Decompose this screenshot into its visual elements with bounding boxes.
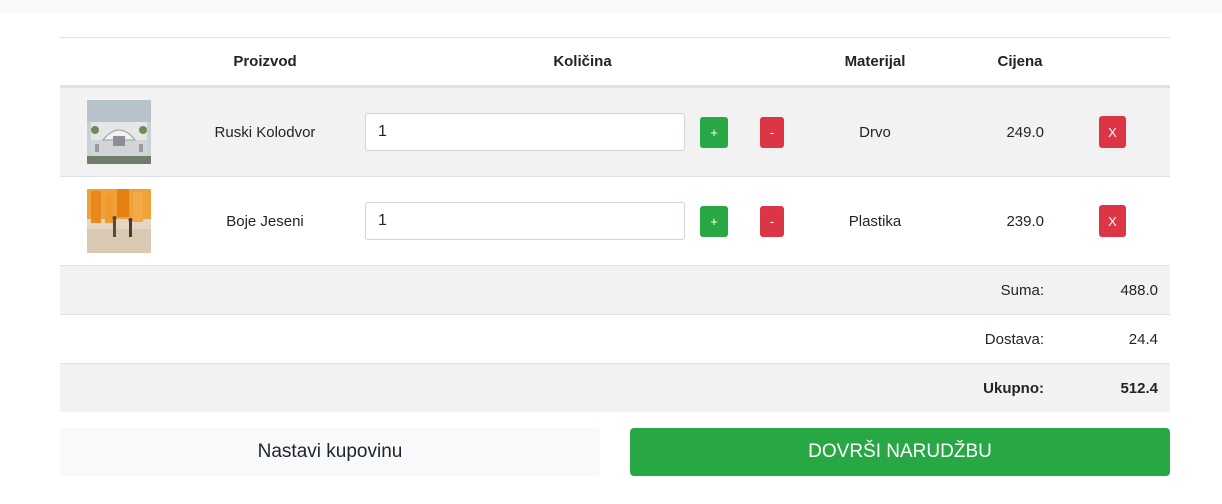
product-name: Boje Jeseni: [226, 212, 304, 230]
header-product: Proizvod: [233, 53, 297, 70]
total-value: 512.4: [1120, 379, 1158, 397]
sum-value: 488.0: [1120, 281, 1158, 299]
product-material: Drvo: [859, 123, 891, 141]
quantity-input[interactable]: [365, 202, 685, 240]
summary-row-total: Ukupno: 512.4: [60, 363, 1170, 412]
shipping-value: 24.4: [1128, 330, 1158, 348]
header-price: Cijena: [997, 53, 1043, 70]
header-quantity: Količina: [553, 53, 612, 70]
table-row: Ruski Kolodvor + - Drvo 249.0 X: [60, 87, 1170, 176]
table-header: Proizvod Količina Materijal Cijena: [60, 37, 1170, 87]
top-navbar-edge: [0, 0, 1222, 13]
remove-item-button[interactable]: X: [1099, 116, 1126, 148]
product-thumbnail[interactable]: [87, 88, 151, 176]
increment-button[interactable]: +: [700, 205, 728, 237]
product-price: 239.0: [1006, 212, 1044, 230]
product-material: Plastika: [848, 212, 902, 230]
summary-row-shipping: Dostava: 24.4: [60, 314, 1170, 363]
product-thumbnail[interactable]: [87, 177, 151, 265]
total-label: Ukupno:: [983, 379, 1044, 397]
header-material: Materijal: [844, 53, 906, 70]
remove-item-button[interactable]: X: [1099, 205, 1126, 237]
increment-cell: +: [700, 177, 730, 265]
table-row: Boje Jeseni + - Plastika 239.0 X: [60, 176, 1170, 265]
product-image: [87, 189, 151, 253]
increment-button[interactable]: +: [700, 116, 728, 148]
decrement-button[interactable]: -: [760, 116, 784, 148]
product-image: [87, 100, 151, 164]
product-price: 249.0: [1006, 123, 1044, 141]
quantity-field[interactable]: [365, 88, 685, 176]
decrement-button[interactable]: -: [760, 205, 784, 237]
shipping-label: Dostava:: [984, 330, 1044, 348]
product-name: Ruski Kolodvor: [214, 123, 316, 141]
finish-order-button[interactable]: DOVRŠI NARUDŽBU: [630, 428, 1170, 476]
decrement-cell: -: [760, 88, 785, 176]
increment-cell: +: [700, 88, 730, 176]
remove-cell: X: [1099, 88, 1127, 176]
remove-cell: X: [1099, 177, 1127, 265]
sum-label: Suma:: [1000, 281, 1044, 299]
quantity-field[interactable]: [365, 177, 685, 265]
decrement-cell: -: [760, 177, 785, 265]
quantity-input[interactable]: [365, 113, 685, 151]
continue-shopping-button[interactable]: Nastavi kupovinu: [60, 428, 600, 476]
summary-row-sum: Suma: 488.0: [60, 265, 1170, 314]
